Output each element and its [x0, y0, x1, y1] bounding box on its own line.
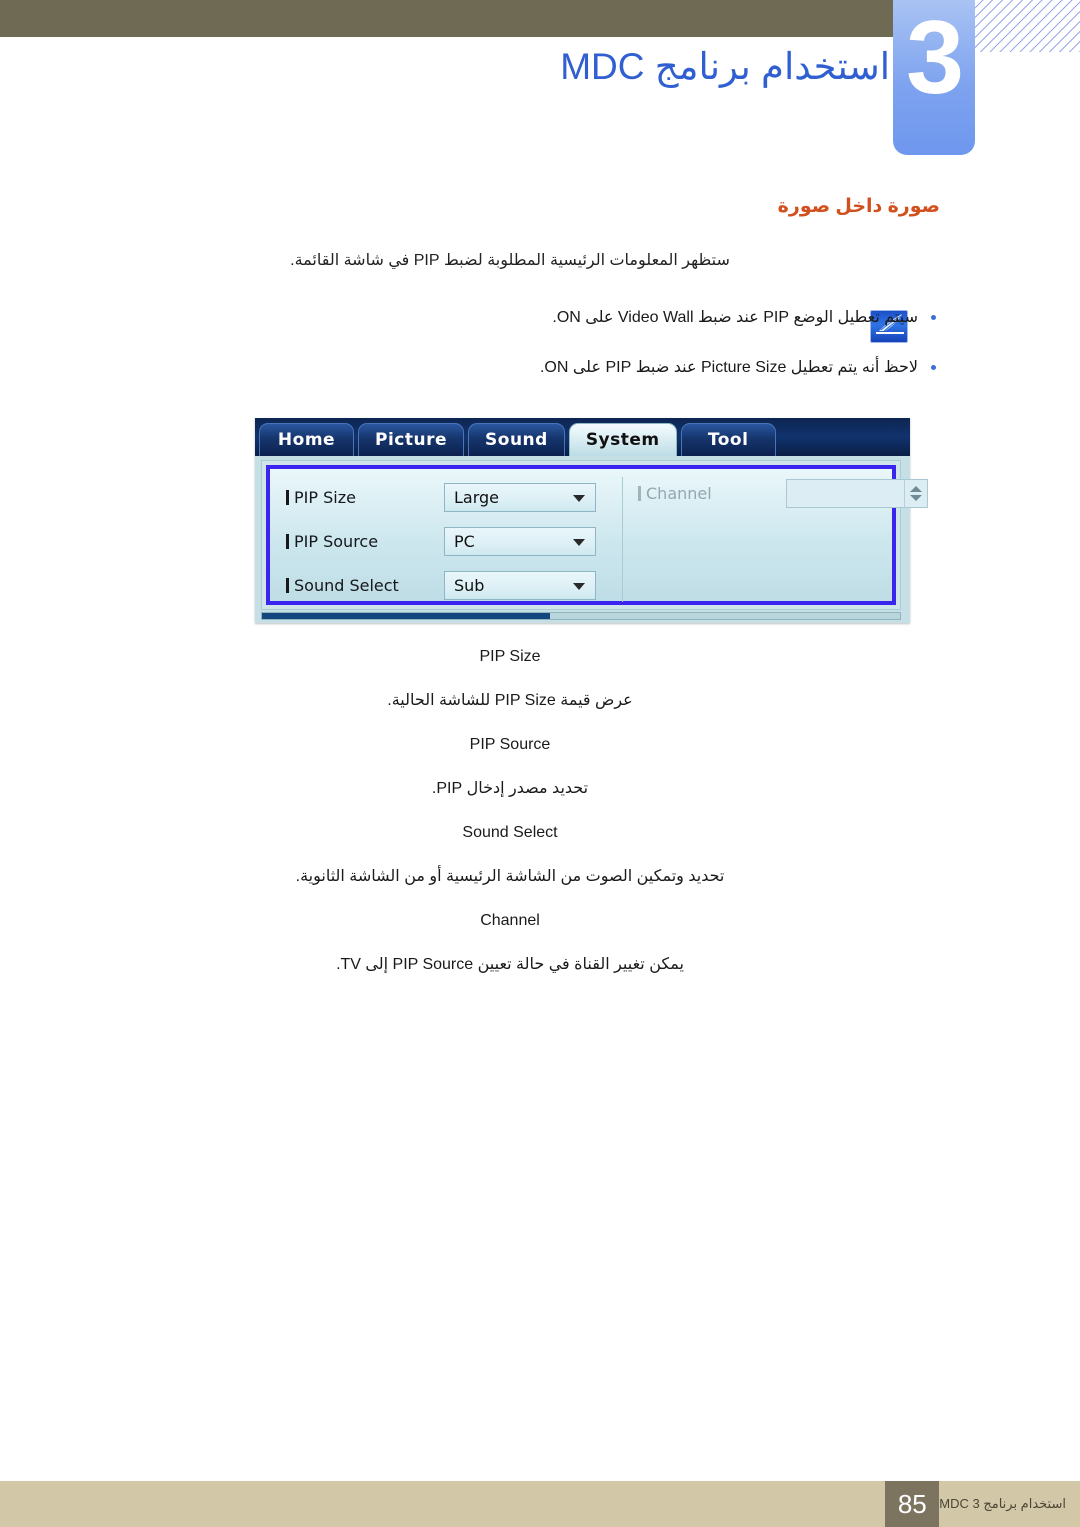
mdc-panel-outer: PIP Size Large PIP Source PC Sound Selec…: [261, 460, 928, 610]
pip-settings-group: PIP Size Large PIP Source PC Sound Selec…: [284, 479, 614, 611]
tab-label: Sound: [485, 430, 548, 450]
footer-band: 85 استخدام برنامج MDC 3: [0, 1481, 1080, 1527]
horizontal-scrollbar[interactable]: [261, 612, 901, 620]
desc-body-pip-size: عرض قيمة PIP Size للشاشة الحالية.: [387, 692, 633, 709]
mdc-tab-bar: Home Picture Sound System Tool: [255, 418, 910, 456]
channel-label: Channel: [636, 484, 786, 503]
chevron-up-icon[interactable]: [909, 486, 922, 492]
bullet-dot-icon: [931, 315, 936, 320]
chevron-down-icon[interactable]: [909, 495, 922, 501]
sound-select-combobox[interactable]: Sub: [444, 570, 596, 600]
channel-spinner-buttons[interactable]: [904, 480, 926, 507]
content-area: صورة داخل صورة ستظهر المعلومات الرئيسية …: [80, 195, 940, 406]
channel-spinner[interactable]: [786, 479, 928, 508]
mdc-panel-inner: PIP Size Large PIP Source PC Sound Selec…: [266, 465, 928, 605]
field-row-pip-source: PIP Source PC: [284, 523, 614, 559]
footer-text: استخدام برنامج MDC 3: [939, 1496, 1066, 1511]
descriptions-list: PIP Size عرض قيمة PIP Size للشاشة الحالي…: [80, 648, 940, 1000]
tab-home[interactable]: Home: [259, 423, 354, 456]
tab-label: Tool: [707, 430, 749, 450]
field-row-sound-select: Sound Select Sub: [284, 567, 614, 603]
chevron-down-icon[interactable]: [573, 582, 585, 590]
tab-system[interactable]: System: [568, 423, 677, 456]
intro-paragraph: ستظهر المعلومات الرئيسية المطلوبة لضبط P…: [290, 252, 730, 269]
tab-label: Home: [277, 430, 336, 450]
tab-picture[interactable]: Picture: [358, 423, 465, 456]
tab-label: Picture: [375, 430, 448, 450]
bullet-text: لاحظ أنه يتم تعطيل Picture Size عند ضبط …: [539, 359, 918, 376]
pip-size-label: PIP Size: [284, 488, 444, 507]
pip-size-combobox[interactable]: Large: [444, 482, 596, 512]
page-number: 85: [885, 1481, 940, 1527]
list-item: سيتم تعطيل الوضع PIP عند ضبط Video Wall …: [80, 306, 940, 330]
desc-body-sound-select: تحديد وتمكين الصوت من الشاشة الرئيسية أو…: [295, 868, 725, 885]
desc-term-pip-size: PIP Size: [479, 648, 541, 665]
list-item: لاحظ أنه يتم تعطيل Picture Size عند ضبط …: [80, 356, 940, 380]
chevron-down-icon[interactable]: [573, 494, 585, 502]
field-row-pip-size: PIP Size Large: [284, 479, 614, 515]
bullet-text: سيتم تعطيل الوضع PIP عند ضبط Video Wall …: [552, 309, 918, 326]
page-title: صورة داخل صورة: [777, 196, 940, 217]
channel-group: Channel: [636, 479, 928, 508]
desc-body-pip-source: تحديد مصدر إدخال PIP.: [431, 780, 589, 797]
chapter-title: استخدام برنامج MDC: [560, 46, 890, 87]
tab-label: System: [585, 430, 660, 450]
decorative-hatch-pattern: [975, 0, 1080, 52]
chapter-number-block: 3: [893, 0, 975, 155]
note-bullet-list: سيتم تعطيل الوضع PIP عند ضبط Video Wall …: [80, 306, 940, 380]
note-row: سيتم تعطيل الوضع PIP عند ضبط Video Wall …: [80, 306, 940, 380]
chevron-down-icon[interactable]: [573, 538, 585, 546]
desc-body-channel: يمكن تغيير القناة في حالة تعيين PIP Sour…: [336, 956, 684, 973]
desc-term-sound-select: Sound Select: [462, 824, 558, 841]
sound-select-value: Sub: [454, 575, 485, 595]
pip-size-value: Large: [454, 487, 500, 507]
pip-source-value: PC: [454, 531, 475, 551]
tab-tool[interactable]: Tool: [680, 423, 776, 456]
mdc-application-screenshot: Home Picture Sound System Tool PIP Size …: [255, 418, 928, 623]
sound-select-label: Sound Select: [284, 576, 444, 595]
desc-term-channel: Channel: [480, 912, 540, 929]
footer-inner: 85 استخدام برنامج MDC 3: [885, 1481, 1080, 1527]
panel-divider: [622, 477, 623, 602]
tab-sound[interactable]: Sound: [468, 423, 565, 456]
scrollbar-thumb[interactable]: [262, 613, 550, 619]
chapter-number: 3: [906, 0, 964, 116]
bullet-dot-icon: [931, 365, 936, 370]
header-olive-band: [0, 0, 893, 37]
pip-source-combobox[interactable]: PC: [444, 526, 596, 556]
pip-source-label: PIP Source: [284, 532, 444, 551]
desc-term-pip-source: PIP Source: [469, 736, 551, 753]
